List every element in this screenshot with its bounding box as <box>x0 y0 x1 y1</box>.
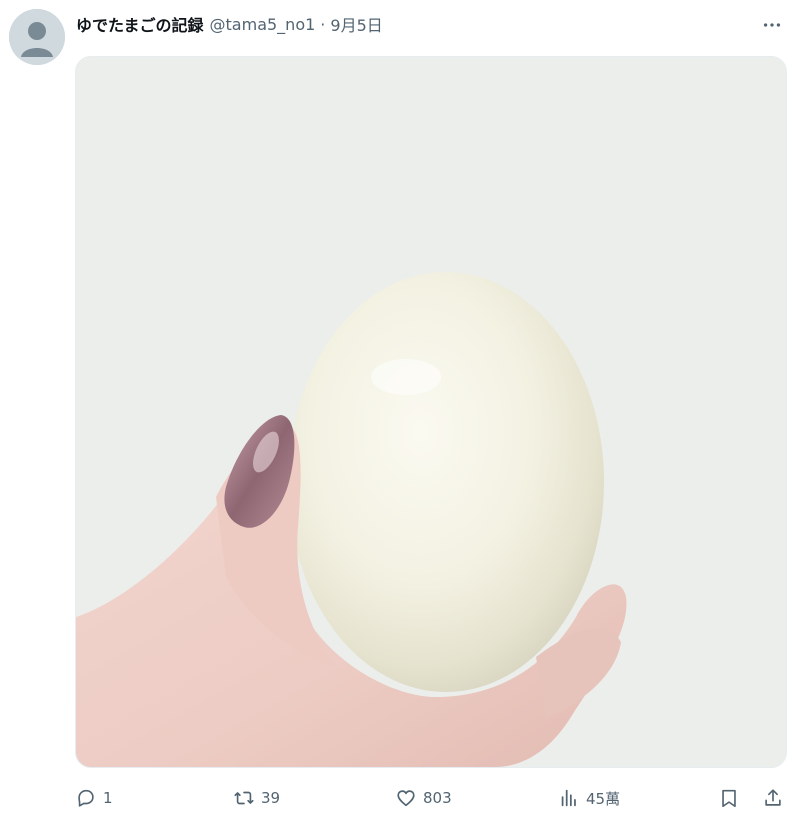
author-handle[interactable]: @tama5_no1 <box>210 15 316 34</box>
boiled-egg-photo <box>76 57 786 767</box>
bookmark-icon <box>722 789 736 808</box>
separator-dot: · <box>320 14 326 34</box>
heart-icon <box>397 790 415 807</box>
default-avatar-icon <box>9 9 65 65</box>
bookmark-button[interactable] <box>718 787 740 809</box>
like-button[interactable]: 803 <box>395 787 452 809</box>
more-options-button[interactable] <box>759 12 785 38</box>
retweet-count: 39 <box>261 789 281 807</box>
tweet-date[interactable]: 9月5日 <box>330 12 382 36</box>
author-name[interactable]: ゆでたまごの記録 <box>76 12 204 36</box>
views-count: 45萬 <box>586 789 621 808</box>
like-count: 803 <box>423 789 452 807</box>
share-button[interactable] <box>762 787 784 809</box>
retweet-icon <box>234 791 254 805</box>
tweet-header: ゆでたまごの記録 @tama5_no1 · 9月5日 <box>76 11 799 37</box>
tweet-media-image[interactable] <box>75 56 787 768</box>
tweet-actions-bar: 1 39 803 45萬 <box>75 784 785 814</box>
share-icon <box>765 789 781 806</box>
views-button[interactable]: 45萬 <box>558 787 620 809</box>
views-chart-icon <box>561 789 576 807</box>
more-horizontal-icon <box>763 23 781 27</box>
reply-count: 1 <box>103 789 113 807</box>
retweet-button[interactable]: 39 <box>233 787 280 809</box>
reply-button[interactable]: 1 <box>75 787 113 809</box>
avatar[interactable] <box>9 9 65 65</box>
reply-icon <box>78 789 94 807</box>
